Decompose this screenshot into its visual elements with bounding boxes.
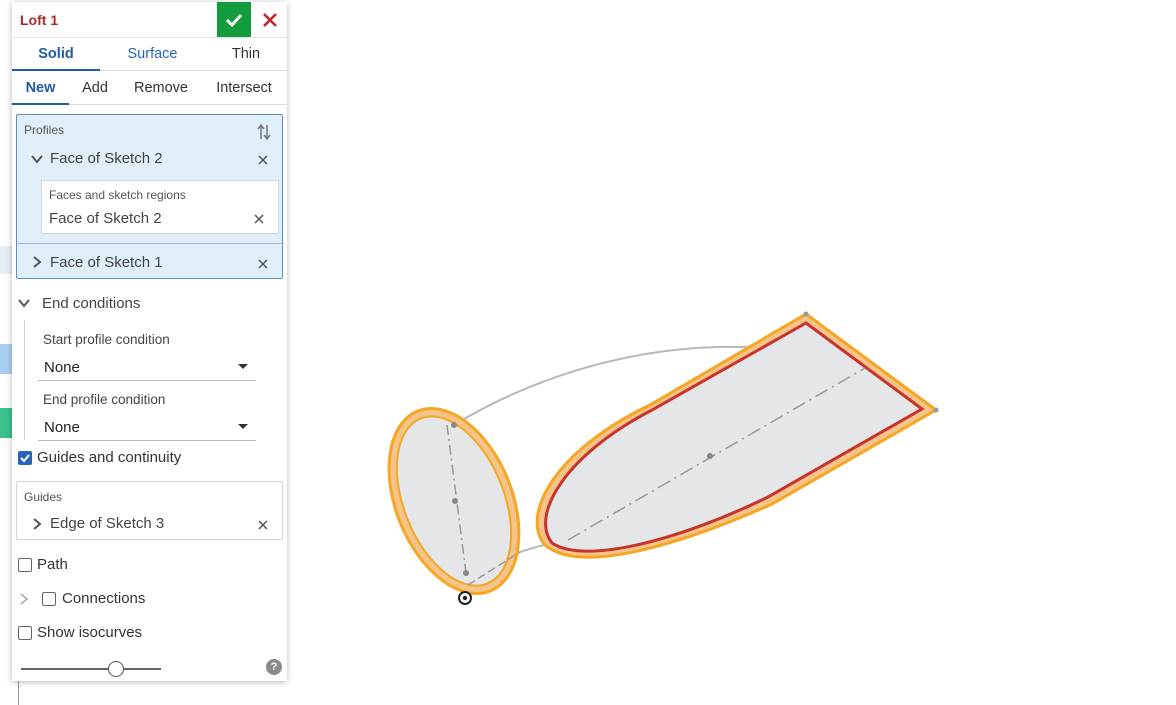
dialog-titlebar: Loft 1 [12,2,287,38]
tab-remove[interactable]: Remove [121,72,201,104]
guides-label: Guides [24,490,63,504]
isocurves-label[interactable]: Show isocurves [37,624,142,641]
isocurve-density-slider[interactable] [21,668,161,670]
tab-add[interactable]: Add [69,72,121,104]
end-conditions-header[interactable]: End conditions [42,295,140,312]
chevron-down-icon[interactable] [17,296,31,310]
section-indent-line [24,320,25,440]
feature-title[interactable]: Loft 1 [20,12,58,28]
remove-profile-icon[interactable] [257,258,269,270]
end-condition-value: None [44,419,80,436]
guides-continuity-checkbox[interactable] [18,451,32,465]
origin-icon [458,591,472,605]
dropdown-arrow-icon [238,424,248,429]
profiles-divider [17,243,284,244]
profile-item-name[interactable]: Face of Sketch 1 [50,254,163,271]
slider-handle[interactable] [108,661,125,677]
faces-field-value: Face of Sketch 2 [49,210,162,227]
chevron-down-icon[interactable] [30,152,44,166]
help-icon[interactable]: ? [266,659,282,675]
profile-item-name[interactable]: Face of Sketch 2 [50,150,163,167]
end-condition-label: End profile condition [43,392,166,407]
connections-label[interactable]: Connections [62,590,145,607]
tab-thin[interactable]: Thin [205,38,287,70]
tab-intersect[interactable]: Intersect [201,72,287,104]
start-condition-value: None [44,359,80,376]
tab-solid[interactable]: Solid [12,38,100,71]
chevron-right-icon[interactable] [30,517,44,531]
chevron-right-icon[interactable] [30,255,44,269]
clear-selection-icon[interactable] [253,213,265,225]
guide-item-name[interactable]: Edge of Sketch 3 [50,515,164,532]
remove-guide-icon[interactable] [257,519,269,531]
profiles-list[interactable]: Profiles Face of Sketch 2 Faces and sket… [16,114,284,279]
accept-button[interactable] [217,2,251,37]
faces-selection-field[interactable]: Faces and sketch regions Face of Sketch … [41,180,279,234]
start-condition-label: Start profile condition [43,332,170,347]
connections-checkbox[interactable] [42,592,56,606]
dropdown-arrow-icon [238,364,248,369]
tab-surface[interactable]: Surface [100,38,205,70]
close-icon [263,12,277,27]
guides-continuity-label[interactable]: Guides and continuity [37,449,181,466]
guides-list[interactable]: Guides Edge of Sketch 3 [16,481,283,540]
loft-feature-dialog: Loft 1 Solid Surface Thin New Add Remove… [12,2,287,681]
body-type-tabs: Solid Surface Thin [12,38,287,71]
cancel-button[interactable] [256,2,284,37]
operation-tabs: New Add Remove Intersect [12,72,287,105]
chevron-right-icon[interactable] [17,592,31,606]
check-icon [225,13,243,27]
faces-field-label: Faces and sketch regions [49,188,186,202]
start-condition-select[interactable]: None [38,353,256,381]
remove-profile-icon[interactable] [257,154,269,166]
checkmark-icon [20,454,30,463]
sort-arrows-icon[interactable] [256,123,272,141]
end-condition-select[interactable]: None [38,413,256,441]
path-label[interactable]: Path [37,556,68,573]
path-checkbox[interactable] [18,558,32,572]
isocurves-checkbox[interactable] [18,626,32,640]
tab-new[interactable]: New [12,72,69,105]
profiles-label: Profiles [24,123,65,137]
